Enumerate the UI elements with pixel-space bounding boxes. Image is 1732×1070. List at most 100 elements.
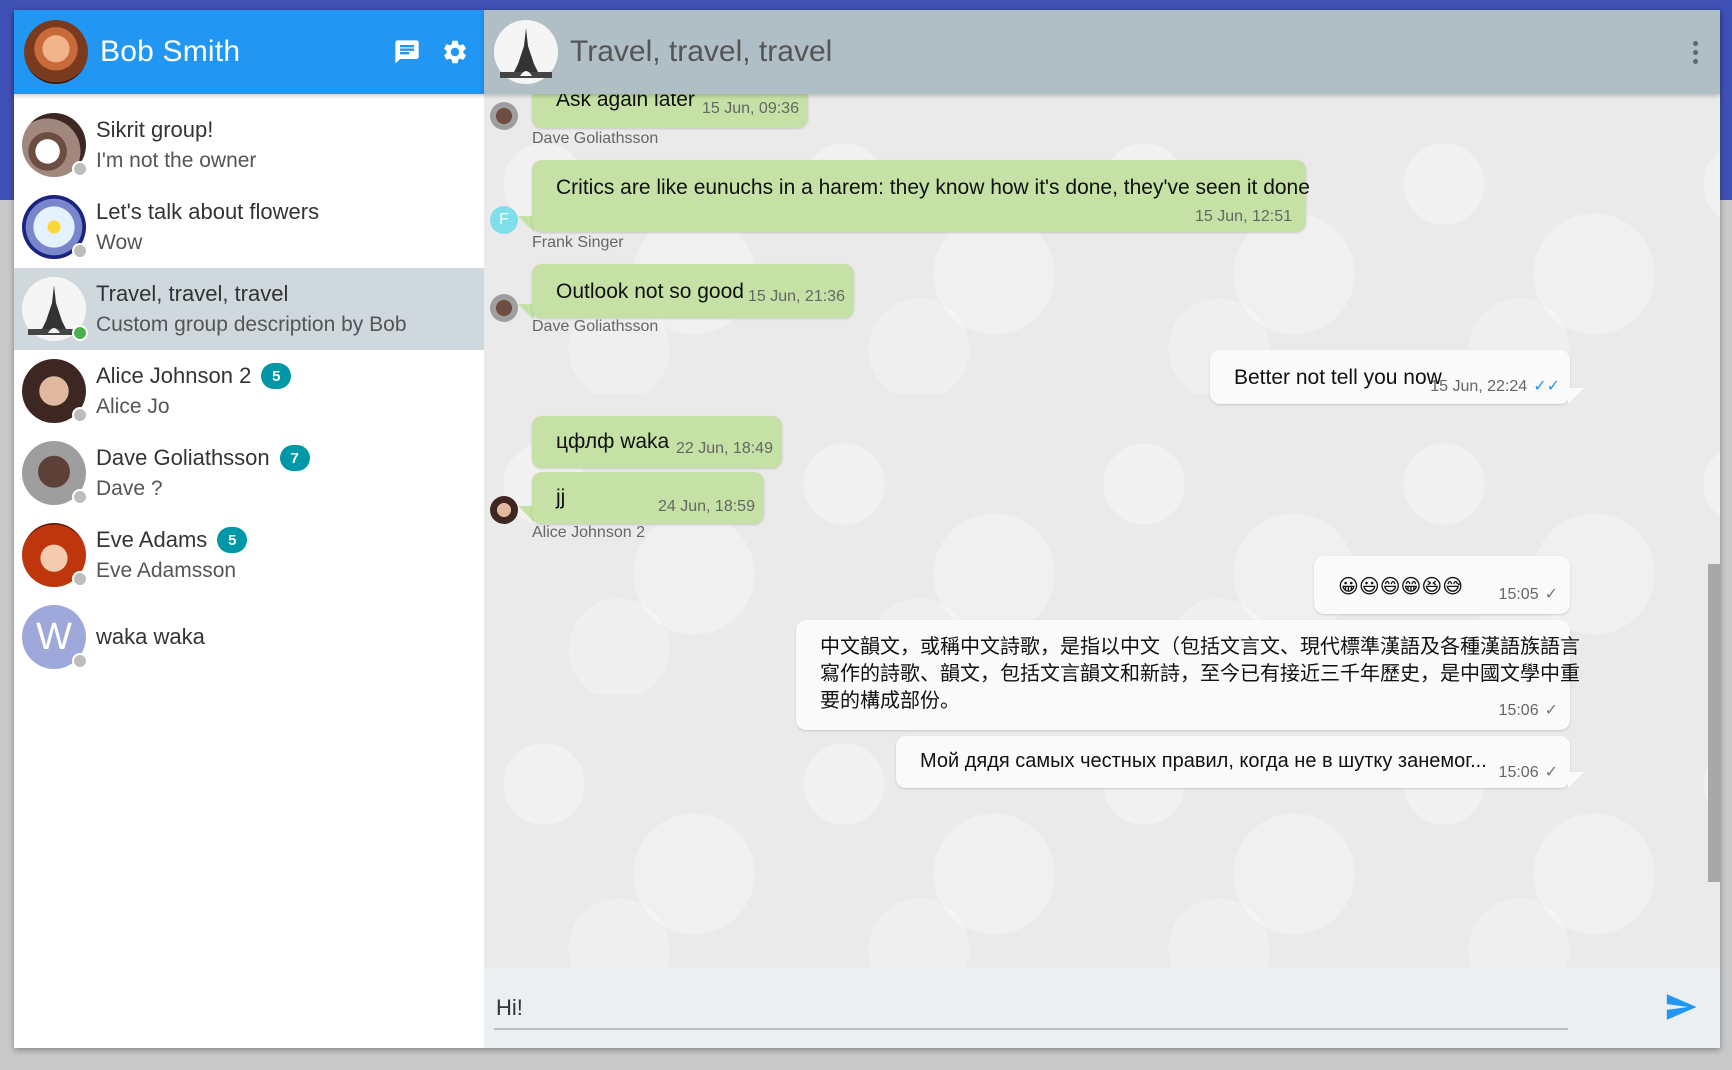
chat-menu-button[interactable]	[1680, 32, 1710, 72]
message-time: 15 Jun, 12:51	[1195, 208, 1292, 225]
message-time: 15 Jun, 09:36	[702, 100, 799, 117]
sender-avatar: F	[490, 206, 518, 234]
message-time: 15 Jun, 22:24 ✓✓	[1430, 376, 1560, 396]
message-bubble[interactable]: цфлф waka 22 Jun, 18:49	[532, 416, 782, 468]
message-bubble[interactable]: 中文韻文，或稱中文詩歌，是指以中文（包括文言文、現代標準漢語及各種漢語族語言 寫…	[796, 620, 1580, 730]
check-icon: ✓	[1544, 702, 1558, 719]
presence-dot	[72, 407, 88, 423]
message-line: 要的構成部份。	[820, 690, 960, 712]
contact-subtitle: Wow	[96, 231, 143, 254]
contact-subtitle: I'm not the owner	[96, 149, 257, 172]
message-line: 寫作的詩歌、韻文，包括文言韻文和新詩，至今已有接近三千年歷史，是中國文學中重	[820, 663, 1580, 685]
unread-badge: 7	[279, 445, 310, 471]
avatar-letter: F	[499, 211, 509, 228]
sender-avatar	[490, 102, 518, 130]
contact-eve-adams[interactable]: Eve Adams 5 Eve Adamsson	[14, 514, 484, 596]
message-bubble[interactable]: Better not tell you now 15 Jun, 22:24 ✓✓	[1210, 350, 1570, 404]
chat-app: Bob Smith Sikrit group! I'm not the owne…	[14, 10, 1720, 1048]
sender-name: Frank Singer	[532, 234, 624, 251]
sender-name: Dave Goliathsson	[532, 130, 659, 147]
contact-avatar	[22, 523, 88, 587]
presence-dot	[72, 571, 88, 587]
message-text: jj	[556, 486, 566, 509]
contact-name: Sikrit group!	[96, 117, 214, 142]
sender-name: Alice Johnson 2	[532, 524, 645, 541]
contact-name: waka waka	[96, 624, 205, 649]
contact-subtitle: Custom group description by Bob	[96, 313, 407, 336]
contact-alice-johnson[interactable]: Alice Johnson 2 5 Alice Jo	[14, 350, 484, 432]
message-time-text: 15:06	[1498, 702, 1539, 719]
chat-header: Travel, travel, travel	[484, 10, 1720, 94]
message-time-text: 15:05	[1498, 586, 1539, 603]
message-bubble[interactable]: jj 24 Jun, 18:59	[532, 472, 764, 524]
message-text: Outlook not so good	[556, 280, 744, 303]
message-bubble[interactable]: Ask again later 15 Jun, 09:36	[532, 94, 808, 128]
sender-avatar	[490, 496, 518, 524]
message-time-text: 15 Jun, 22:24	[1430, 378, 1528, 395]
unread-badge: 5	[261, 363, 292, 389]
contact-avatar	[22, 195, 88, 259]
double-check-icon: ✓✓	[1533, 378, 1560, 395]
contact-avatar	[22, 277, 88, 341]
check-icon: ✓	[1544, 764, 1558, 781]
message-time-text: 15:06	[1498, 764, 1539, 781]
contact-sikrit-group[interactable]: Sikrit group! I'm not the owner	[14, 104, 484, 186]
contact-name: Let's talk about flowers	[96, 199, 320, 224]
message-time: 15:06 ✓	[1499, 762, 1558, 782]
contact-travel[interactable]: Travel, travel, travel Custom group desc…	[14, 268, 484, 350]
contact-flowers[interactable]: Let's talk about flowers Wow	[14, 186, 484, 268]
contact-subtitle: Alice Jo	[96, 395, 170, 418]
message-time: 15:06 ✓	[1499, 700, 1558, 720]
scrollbar-thumb[interactable]	[1708, 564, 1720, 882]
bubble-tail	[1568, 388, 1584, 404]
contact-name: Travel, travel, travel	[96, 281, 289, 306]
sidebar-header: Bob Smith	[14, 10, 484, 94]
chat-panel: Travel, travel, travel Ask again later 1…	[484, 10, 1720, 1048]
message-bubble[interactable]: Мой дядя самых честных правил, когда не …	[896, 736, 1570, 788]
contact-dave-goliathsson[interactable]: Dave Goliathsson 7 Dave ?	[14, 432, 484, 514]
unread-badge: 5	[217, 527, 248, 553]
more-vert-icon	[1692, 39, 1698, 66]
chat-title: Travel, travel, travel	[570, 35, 833, 68]
sender-name: Dave Goliathsson	[532, 318, 659, 335]
avatar-letter: W	[36, 615, 72, 658]
message-text: Critics are like eunuchs in a harem: the…	[556, 176, 1310, 199]
new-chat-button[interactable]	[388, 33, 426, 71]
sidebar: Bob Smith Sikrit group! I'm not the owne…	[14, 10, 484, 1048]
contact-list: Sikrit group! I'm not the owner Let's ta…	[14, 94, 484, 1048]
message-bubble[interactable]: 😀😃😄😁😆😅 15:05 ✓	[1314, 556, 1570, 614]
eiffel-tower-icon	[494, 20, 558, 84]
presence-dot	[72, 161, 88, 177]
message-list[interactable]: Ask again later 15 Jun, 09:36 Dave Golia…	[484, 94, 1720, 968]
my-avatar[interactable]	[24, 20, 88, 84]
bubble-tail	[1568, 772, 1584, 788]
contact-avatar	[22, 359, 88, 423]
send-button[interactable]	[1664, 990, 1698, 1024]
presence-dot	[72, 653, 88, 669]
presence-dot	[72, 243, 88, 259]
scrollbar[interactable]	[1708, 94, 1720, 968]
contact-subtitle: Eve Adamsson	[96, 559, 237, 582]
contact-name: Eve Adams	[96, 527, 208, 552]
check-icon: ✓	[1544, 586, 1558, 603]
message-input[interactable]	[494, 988, 1568, 1030]
message-line: 中文韻文，或稱中文詩歌，是指以中文（包括文言文、現代標準漢語及各種漢語族語言	[820, 636, 1580, 658]
message-composer	[484, 968, 1720, 1048]
message-time: 15 Jun, 21:36	[748, 288, 845, 305]
chat-icon	[395, 40, 419, 64]
presence-dot	[72, 489, 88, 505]
message-text: 中文韻文，或稱中文詩歌，是指以中文（包括文言文、現代標準漢語及各種漢語族語言 寫…	[820, 634, 1580, 715]
send-icon	[1666, 994, 1697, 1020]
group-avatar[interactable]	[494, 20, 558, 84]
contact-name: Alice Johnson 2	[96, 363, 252, 388]
settings-button[interactable]	[436, 33, 474, 71]
presence-dot	[72, 325, 88, 341]
sender-avatar	[490, 294, 518, 322]
message-bubble[interactable]: Critics are like eunuchs in a harem: the…	[532, 160, 1310, 232]
message-bubble[interactable]: Outlook not so good 15 Jun, 21:36	[532, 264, 854, 318]
contact-avatar: W	[22, 605, 88, 669]
message-time: 15:05 ✓	[1499, 584, 1558, 604]
gear-icon	[444, 40, 466, 64]
contact-avatar	[22, 113, 88, 177]
contact-waka-waka[interactable]: W waka waka	[14, 596, 484, 678]
